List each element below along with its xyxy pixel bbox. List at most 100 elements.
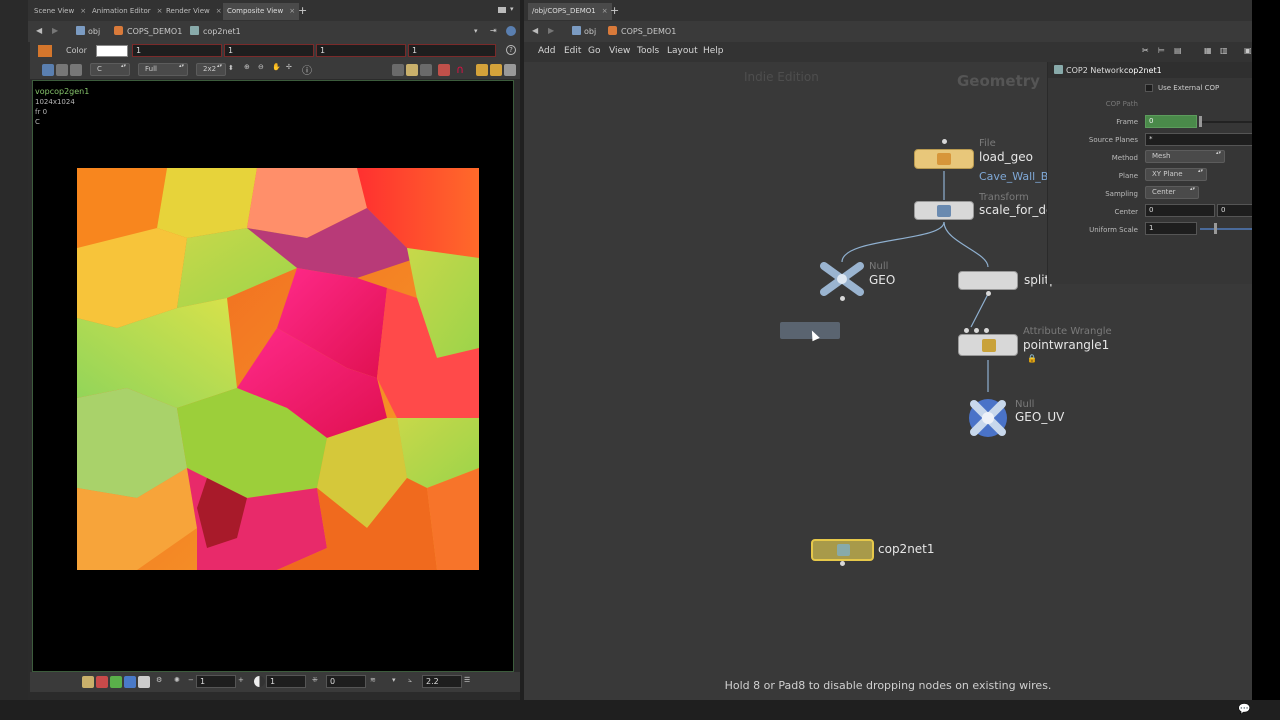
output-connector[interactable] (840, 296, 845, 301)
menu-view[interactable]: View (609, 46, 630, 56)
close-icon[interactable]: × (80, 7, 86, 15)
view-icon[interactable] (42, 64, 54, 76)
close-icon[interactable]: × (602, 7, 608, 15)
path-root[interactable]: obj (584, 27, 596, 36)
node-splitpoints1[interactable] (958, 271, 1018, 290)
plane-select[interactable]: XY Plane (1145, 168, 1207, 181)
contrast-icon[interactable] (254, 676, 265, 687)
list-icon[interactable]: ▤ (1174, 46, 1182, 55)
lut-icon[interactable]: ≋ (370, 676, 376, 684)
columns-icon[interactable]: ▥ (1220, 46, 1228, 55)
lock-icon[interactable]: 🔒 (1027, 354, 1037, 363)
gamma-field[interactable]: 2.2 (422, 675, 462, 688)
back-arrow-icon[interactable]: ◀ (532, 26, 538, 35)
tree-icon[interactable]: ⊨ (1158, 46, 1165, 55)
grid-layout-icon[interactable]: ▦ (1204, 46, 1212, 55)
menu-tools[interactable]: Tools (637, 46, 659, 56)
link-icon[interactable] (506, 26, 516, 36)
input-connector[interactable] (974, 328, 979, 333)
node-geo-uv[interactable] (966, 396, 1010, 440)
path-node[interactable]: cop2net1 (203, 27, 241, 36)
node-cop2net1[interactable] (811, 539, 874, 561)
composite-viewer[interactable]: vopcop2gen1 1024x1024 fr 0 C (32, 80, 514, 672)
uniform-scale-slider-handle[interactable] (1214, 223, 1217, 234)
input-connector[interactable] (984, 328, 989, 333)
input-connector[interactable] (964, 328, 969, 333)
color-tool-icon[interactable] (38, 45, 52, 57)
pin-icon[interactable]: ⇥ (490, 26, 497, 35)
color-r-field[interactable]: 1 (132, 44, 222, 57)
add-tab-icon[interactable]: + (298, 4, 307, 17)
resolution-select[interactable]: Full (138, 63, 188, 76)
menu-help[interactable]: Help (703, 46, 724, 56)
home-icon[interactable]: ✢ (286, 63, 292, 71)
forward-arrow-icon[interactable]: ▶ (52, 26, 58, 35)
minus-icon[interactable]: − (188, 676, 194, 684)
rgb-icon[interactable] (82, 676, 94, 688)
center-x-field[interactable]: 0 (1145, 204, 1215, 217)
menu-icon[interactable]: ☰ (464, 676, 470, 684)
node-name-label[interactable]: pointwrangle1 (1023, 338, 1109, 352)
snapshot-icon[interactable] (420, 64, 432, 76)
chat-icon[interactable]: 💬 (1238, 704, 1250, 715)
green-channel-icon[interactable] (110, 676, 122, 688)
use-external-checkbox[interactable] (1145, 84, 1153, 92)
checker-icon[interactable] (490, 64, 502, 76)
tab-render-view[interactable]: Render View × (162, 3, 226, 20)
tab-animation-editor[interactable]: Animation Editor × (88, 3, 167, 20)
chevron-down-icon[interactable]: ▾ (392, 676, 396, 684)
path-root[interactable]: obj (88, 27, 100, 36)
red-channel-icon[interactable] (96, 676, 108, 688)
channel-icon[interactable] (392, 64, 404, 76)
color-swatch[interactable] (96, 45, 128, 57)
plus-icon[interactable]: + (238, 676, 244, 684)
grid-select[interactable]: 2x2 (196, 63, 226, 76)
close-icon[interactable]: × (289, 7, 295, 15)
blue-channel-icon[interactable] (124, 676, 136, 688)
offset-field[interactable]: 0 (326, 675, 366, 688)
display-icon[interactable] (70, 64, 82, 76)
node-name-label[interactable]: cop2net1 (878, 542, 935, 556)
panel-icon[interactable]: ▣ (1244, 46, 1252, 55)
contrast-field[interactable]: 1 (266, 675, 306, 688)
input-connector[interactable] (942, 139, 947, 144)
chevron-down-icon[interactable]: ▾ (474, 27, 478, 35)
spinner-icon[interactable]: ⬍ (228, 64, 234, 72)
info-icon[interactable]: ⓘ (302, 62, 312, 77)
sampling-select[interactable]: Center (1145, 186, 1199, 199)
brightness-icon[interactable]: ✺ (174, 676, 180, 684)
output-connector[interactable] (986, 291, 991, 296)
settings-icon[interactable]: ⚙ (156, 676, 162, 684)
parm-node-name[interactable]: cop2net1 (1124, 66, 1162, 75)
node-load-geo[interactable] (914, 149, 974, 169)
node-name-label[interactable]: scale_for_de (979, 203, 1053, 217)
output-connector[interactable] (840, 561, 845, 566)
center-y-field[interactable]: 0 (1217, 204, 1253, 217)
frame-slider[interactable] (1200, 121, 1253, 123)
offset-icon[interactable]: ⁜ (312, 676, 318, 684)
tab-network[interactable]: /obj/COPS_DEMO1 × (528, 3, 612, 20)
pane-menu-icon[interactable] (498, 7, 506, 13)
zoom-in-icon[interactable]: ⊕ (244, 63, 250, 71)
frame-field[interactable]: 0 (1145, 115, 1197, 128)
menu-go[interactable]: Go (588, 46, 600, 56)
uniform-scale-slider[interactable] (1200, 228, 1253, 230)
menu-edit[interactable]: Edit (564, 46, 581, 56)
node-scale-for-de[interactable] (914, 201, 974, 220)
menu-add[interactable]: Add (538, 46, 555, 56)
node-geo[interactable] (820, 262, 864, 296)
plane-select[interactable]: C (90, 63, 130, 76)
hand-icon[interactable]: ✋ (272, 63, 281, 71)
compare-icon[interactable] (406, 64, 418, 76)
node-name-label[interactable]: GEO (869, 273, 895, 287)
tile-icon[interactable] (476, 64, 488, 76)
magnet-icon[interactable]: ∩ (456, 63, 464, 76)
color-a-field[interactable]: 1 (408, 44, 496, 57)
node-name-label[interactable]: GEO_UV (1015, 410, 1064, 424)
path-net[interactable]: COPS_DEMO1 (621, 27, 676, 36)
render-icon[interactable] (438, 64, 450, 76)
forward-arrow-icon[interactable]: ▶ (548, 26, 554, 35)
tab-composite-view[interactable]: Composite View × (223, 3, 300, 20)
tools-icon[interactable]: ✂ (1142, 46, 1149, 55)
color-b-field[interactable]: 1 (316, 44, 406, 57)
